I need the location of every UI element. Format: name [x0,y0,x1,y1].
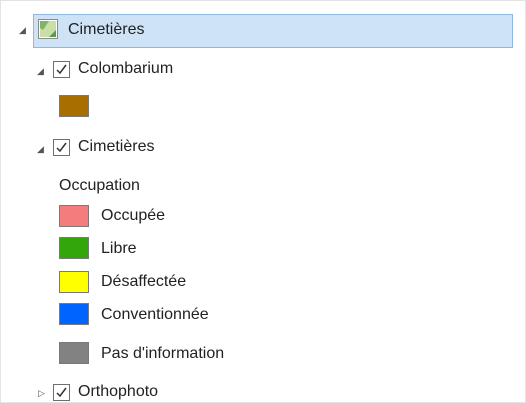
class-swatch-pas-information[interactable] [59,342,89,364]
orthophoto-checkbox[interactable] [53,384,70,401]
class-swatch-desaffectee[interactable] [59,271,89,293]
table-of-contents-panel: ◢ Cimetières ◢ Colombarium ◢ Cimetières … [0,0,526,403]
class-label-occupee[interactable]: Occupée [101,207,165,225]
field-heading: Occupation [59,177,140,194]
expand-arrow-icon[interactable]: ▷ [38,388,45,398]
class-label-pas-information[interactable]: Pas d'information [101,345,224,363]
class-swatch-occupee[interactable] [59,205,89,227]
collapse-arrow-icon[interactable]: ◢ [37,66,44,76]
cimetieres-checkbox[interactable] [53,139,70,156]
class-swatch-libre[interactable] [59,237,89,259]
class-label-desaffectee[interactable]: Désaffectée [101,273,186,291]
class-label-conventionnee[interactable]: Conventionnée [101,306,209,324]
collapse-arrow-icon[interactable]: ◢ [19,25,26,35]
colombarium-symbol-swatch[interactable] [59,95,89,117]
class-swatch-conventionnee[interactable] [59,303,89,325]
root-layer-label[interactable]: Cimetières [68,21,144,39]
colombarium-label[interactable]: Colombarium [78,60,173,78]
collapse-arrow-icon[interactable]: ◢ [37,144,44,154]
colombarium-checkbox[interactable] [53,61,70,78]
cimetieres-label[interactable]: Cimetières [78,138,154,156]
map-layer-icon [38,19,58,39]
orthophoto-label[interactable]: Orthophoto [78,383,158,401]
class-label-libre[interactable]: Libre [101,240,137,258]
